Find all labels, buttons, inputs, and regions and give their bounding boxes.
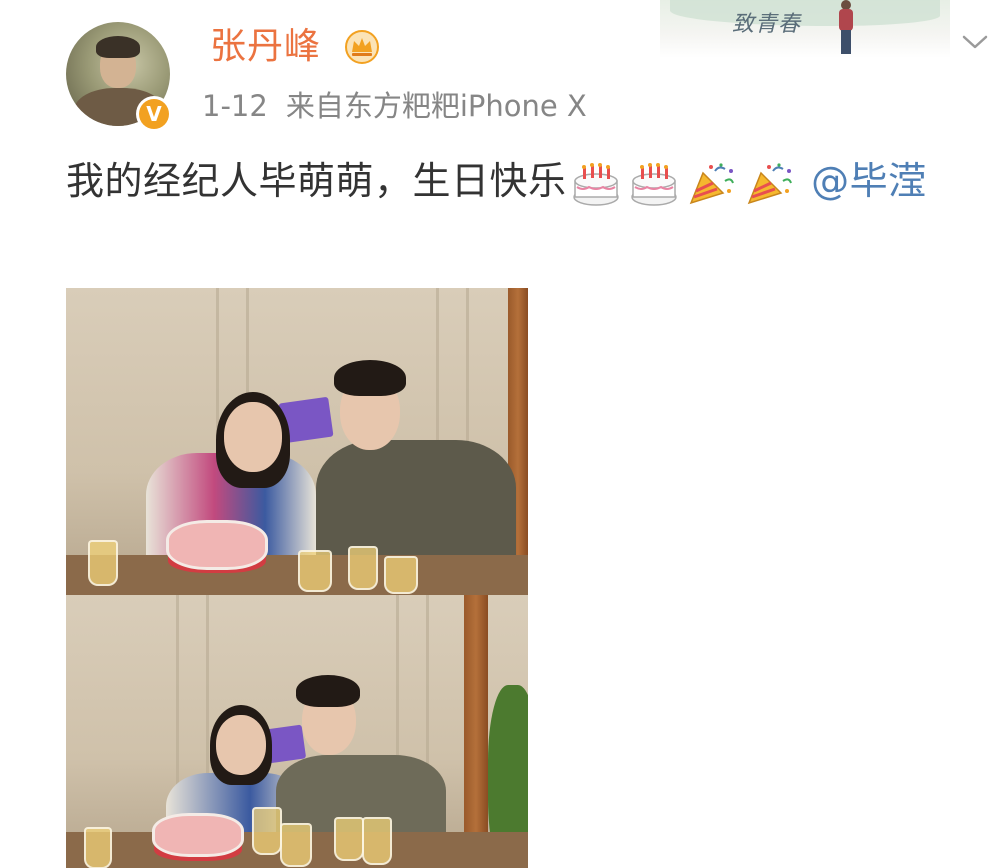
banner-text: 致青春	[732, 12, 802, 37]
username-link[interactable]: 张丹峰	[210, 24, 321, 70]
birthday-cake-icon	[630, 162, 677, 206]
party-popper-icon	[689, 162, 734, 204]
banner-figure-illustration	[838, 0, 854, 54]
post-text: 我的经纪人毕萌萌，生日快乐	[66, 159, 567, 203]
banner-wave-shape	[670, 0, 940, 26]
crown-icon[interactable]	[344, 30, 380, 64]
birthday-cake-icon	[572, 162, 619, 206]
post-date[interactable]: 1-12	[202, 89, 268, 123]
post-image-2[interactable]	[66, 595, 528, 868]
verified-badge-icon: V	[136, 96, 172, 132]
verified-mark: V	[139, 99, 169, 129]
profile-banner: 致青春	[660, 0, 950, 58]
post-meta: 1-12 来自东方粑粑iPhone X	[202, 86, 605, 126]
post-source[interactable]: 来自东方粑粑iPhone X	[286, 89, 587, 123]
post-image-1[interactable]	[66, 288, 528, 595]
chevron-down-icon[interactable]	[962, 34, 988, 50]
post-body: 我的经纪人毕萌萌，生日快乐 @毕滢	[66, 150, 992, 212]
mention-link[interactable]: @毕滢	[811, 159, 927, 203]
party-popper-icon	[747, 162, 792, 204]
